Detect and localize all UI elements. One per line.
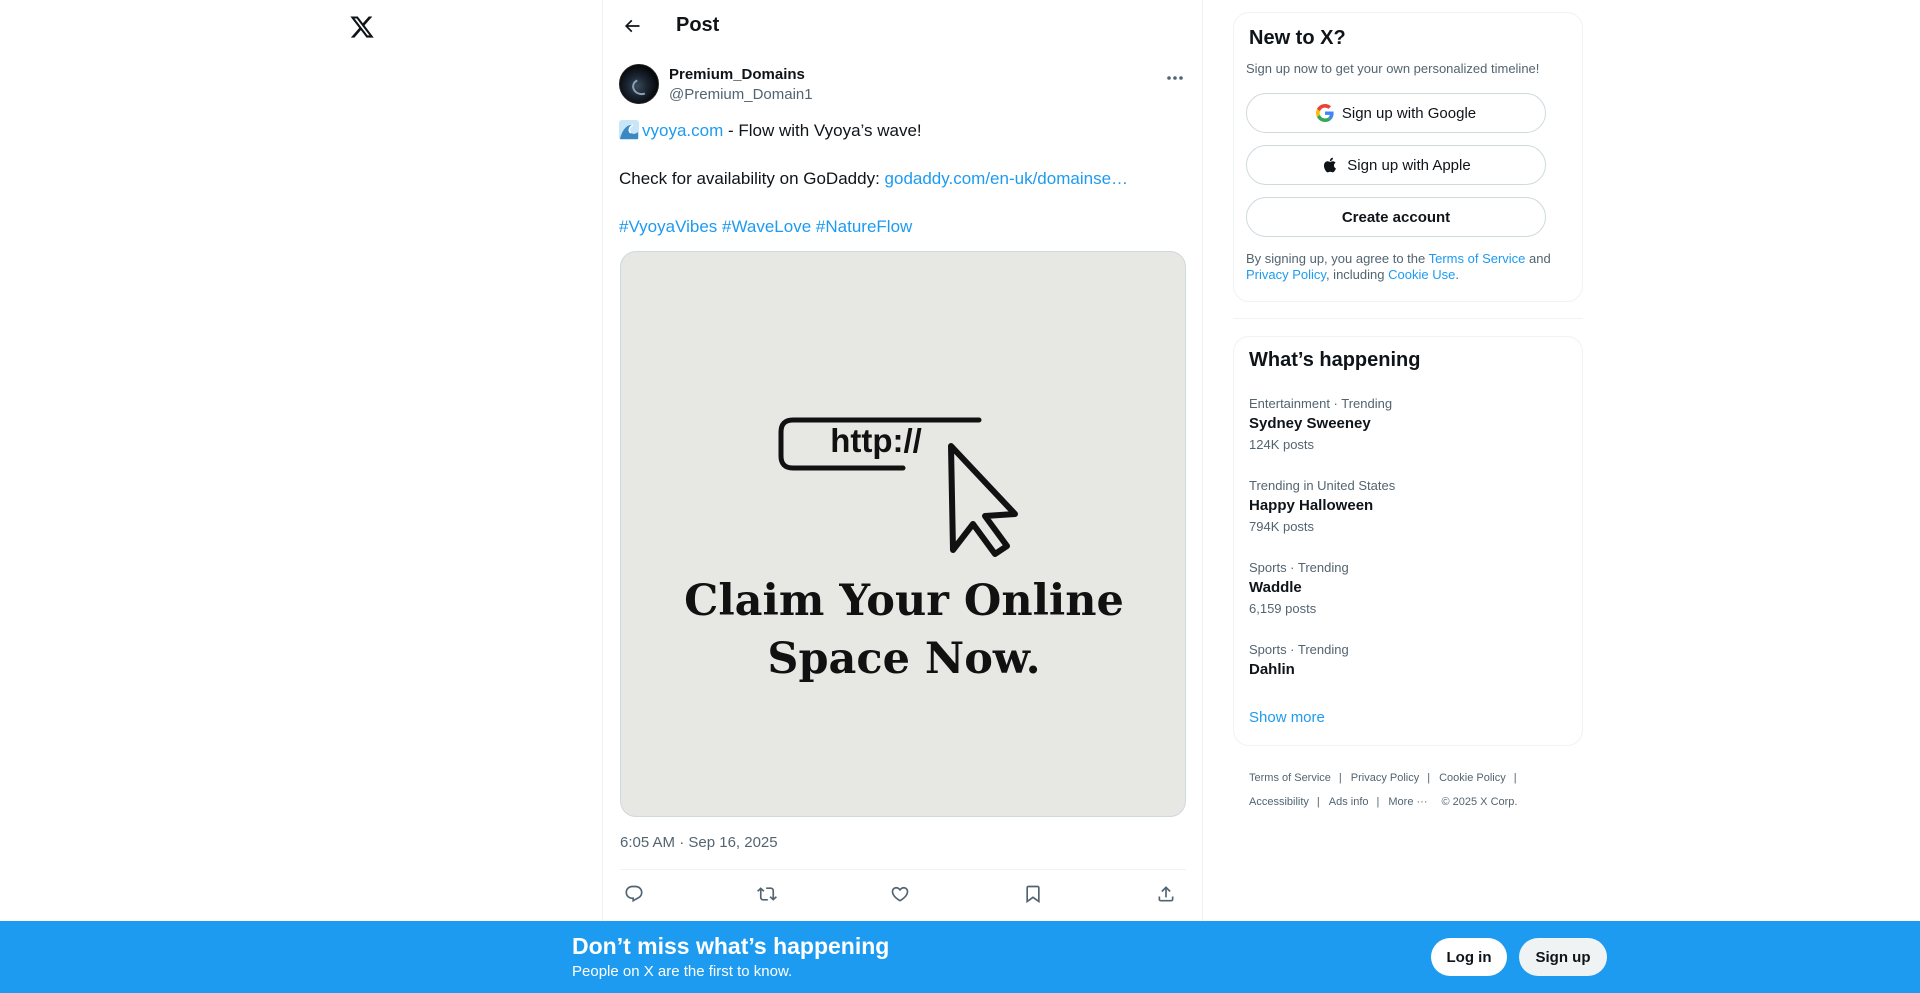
trend-name: Happy Halloween bbox=[1249, 497, 1374, 514]
legal-text: and bbox=[1525, 251, 1551, 266]
create-account-button[interactable]: Create account bbox=[1246, 197, 1546, 237]
divider bbox=[620, 869, 1186, 870]
share-icon[interactable] bbox=[1152, 880, 1180, 908]
trend-count: 794K posts bbox=[1249, 519, 1315, 534]
url-cursor-illustration bbox=[778, 417, 1018, 557]
footer-separator: | bbox=[1316, 796, 1320, 808]
trend-meta: Sports · Trending bbox=[1249, 560, 1349, 575]
post-line-1-text: - Flow with Vyoya’s wave! bbox=[723, 121, 922, 140]
legal-text: By signing up, you agree to the bbox=[1246, 251, 1429, 266]
footer-separator: | bbox=[1338, 772, 1342, 784]
trend-meta: Sports · Trending bbox=[1249, 642, 1349, 657]
post-actions bbox=[620, 880, 1186, 908]
more-options-icon[interactable] bbox=[1163, 68, 1187, 88]
image-headline-2: Space Now. bbox=[767, 634, 1041, 684]
signup-button[interactable]: Sign up bbox=[1519, 938, 1607, 976]
trend-count: 6,159 posts bbox=[1249, 601, 1317, 616]
legal-text: . bbox=[1455, 267, 1459, 282]
author-name[interactable]: Premium_Domains bbox=[669, 66, 805, 83]
trend-item[interactable]: Entertainment · Trending Sydney Sweeney … bbox=[1249, 396, 1569, 453]
trend-name: Sydney Sweeney bbox=[1249, 415, 1371, 432]
trends-title: What’s happening bbox=[1249, 349, 1421, 371]
trend-name: Waddle bbox=[1249, 579, 1302, 596]
footer-terms-link[interactable]: Terms of Service bbox=[1249, 772, 1331, 784]
image-url-text: http:// bbox=[830, 422, 922, 459]
post-header: Post bbox=[603, 0, 1203, 53]
apple-icon bbox=[1321, 156, 1339, 174]
post-author: Premium_Domains @Premium_Domain1 bbox=[619, 64, 1187, 106]
divider bbox=[1233, 318, 1583, 319]
signup-apple-label: Sign up with Apple bbox=[1347, 156, 1471, 174]
footer-links: Terms of Service | Privacy Policy | Cookie P… bbox=[1249, 766, 1579, 814]
trend-meta: Trending in United States bbox=[1249, 478, 1396, 493]
post-timestamp[interactable]: 6:05 AM · Sep 16, 2025 bbox=[620, 834, 778, 851]
show-more-link[interactable]: Show more bbox=[1249, 709, 1325, 726]
post-line-1: vyoya.com - Flow with Vyoya’s wave! bbox=[619, 120, 1187, 142]
arrow-left-icon[interactable] bbox=[618, 12, 646, 40]
trend-meta: Entertainment · Trending bbox=[1249, 396, 1393, 411]
wave-emoji-icon bbox=[619, 120, 639, 140]
terms-link[interactable]: Terms of Service bbox=[1429, 251, 1526, 266]
main-column: Post Premium_Domains @Premium_Domain1 vy… bbox=[602, 0, 1203, 993]
left-nav bbox=[0, 0, 602, 993]
google-icon bbox=[1315, 104, 1334, 122]
post-image[interactable]: http:// Claim Your Online Space Now. bbox=[620, 251, 1186, 817]
page-title: Post bbox=[676, 14, 720, 36]
post-hashtags: #VyoyaVibes #WaveLove #NatureFlow bbox=[619, 216, 1187, 238]
signup-google-label: Sign up with Google bbox=[1341, 104, 1477, 122]
godaddy-link[interactable]: godaddy.com/en-uk/domainse… bbox=[885, 169, 1129, 188]
author-handle[interactable]: @Premium_Domain1 bbox=[669, 86, 813, 103]
signup-title: New to X? bbox=[1249, 27, 1346, 49]
bookmark-icon[interactable] bbox=[1019, 880, 1047, 908]
signup-apple-button[interactable]: Sign up with Apple bbox=[1246, 145, 1546, 185]
x-logo-icon[interactable] bbox=[348, 12, 376, 42]
trend-item[interactable]: Sports · Trending Waddle 6,159 posts bbox=[1249, 560, 1569, 617]
footer-accessibility-link[interactable]: Accessibility bbox=[1249, 796, 1309, 808]
footer-more-link[interactable]: More ··· bbox=[1388, 796, 1427, 808]
like-icon[interactable] bbox=[886, 880, 914, 908]
legal-text: , including bbox=[1325, 267, 1389, 282]
banner-title: Don’t miss what’s happening bbox=[572, 933, 890, 959]
privacy-link[interactable]: Privacy Policy bbox=[1246, 267, 1326, 282]
signup-google-button[interactable]: Sign up with Google bbox=[1246, 93, 1546, 133]
repost-icon[interactable] bbox=[753, 880, 781, 908]
banner-subtitle: People on X are the first to know. bbox=[572, 963, 793, 980]
footer-copyright: © 2025 X Corp. bbox=[1441, 796, 1518, 808]
signup-panel: New to X? Sign up now to get your own pe… bbox=[1233, 12, 1583, 302]
create-account-label: Create account bbox=[1341, 208, 1451, 226]
trend-name: Dahlin bbox=[1249, 661, 1295, 678]
signup-banner: Don’t miss what’s happening People on X … bbox=[0, 921, 1920, 993]
reply-icon[interactable] bbox=[620, 880, 648, 908]
signup-legal: By signing up, you agree to the Terms of… bbox=[1246, 251, 1572, 283]
vyoya-link[interactable]: vyoya.com bbox=[642, 121, 723, 140]
footer-privacy-link[interactable]: Privacy Policy bbox=[1351, 772, 1419, 784]
image-headline: Claim Your Online Space Now. bbox=[621, 572, 1185, 688]
avatar[interactable] bbox=[619, 64, 659, 104]
trend-item[interactable]: Sports · Trending Dahlin bbox=[1249, 642, 1569, 681]
footer-separator: | bbox=[1513, 772, 1517, 784]
image-headline-1: Claim Your Online bbox=[684, 576, 1124, 626]
signup-subtitle: Sign up now to get your own personalized… bbox=[1246, 61, 1540, 76]
footer-ads-link[interactable]: Ads info bbox=[1329, 796, 1369, 808]
trends-panel: What’s happening Entertainment · Trendin… bbox=[1233, 336, 1583, 746]
post-line-2: Check for availability on GoDaddy: godad… bbox=[619, 168, 1187, 190]
footer-separator: | bbox=[1427, 772, 1431, 784]
footer-cookie-link[interactable]: Cookie Policy bbox=[1439, 772, 1506, 784]
hashtag-link[interactable]: #WaveLove bbox=[722, 217, 811, 236]
trend-item[interactable]: Trending in United States Happy Hallowee… bbox=[1249, 478, 1569, 535]
hashtag-link[interactable]: #NatureFlow bbox=[816, 217, 912, 236]
cookie-link[interactable]: Cookie Use bbox=[1388, 267, 1455, 282]
trend-count: 124K posts bbox=[1249, 437, 1315, 452]
hashtag-link[interactable]: #VyoyaVibes bbox=[619, 217, 717, 236]
login-button[interactable]: Log in bbox=[1431, 938, 1507, 976]
post-line-2-text: Check for availability on GoDaddy: bbox=[619, 169, 885, 188]
footer-separator: | bbox=[1376, 796, 1380, 808]
